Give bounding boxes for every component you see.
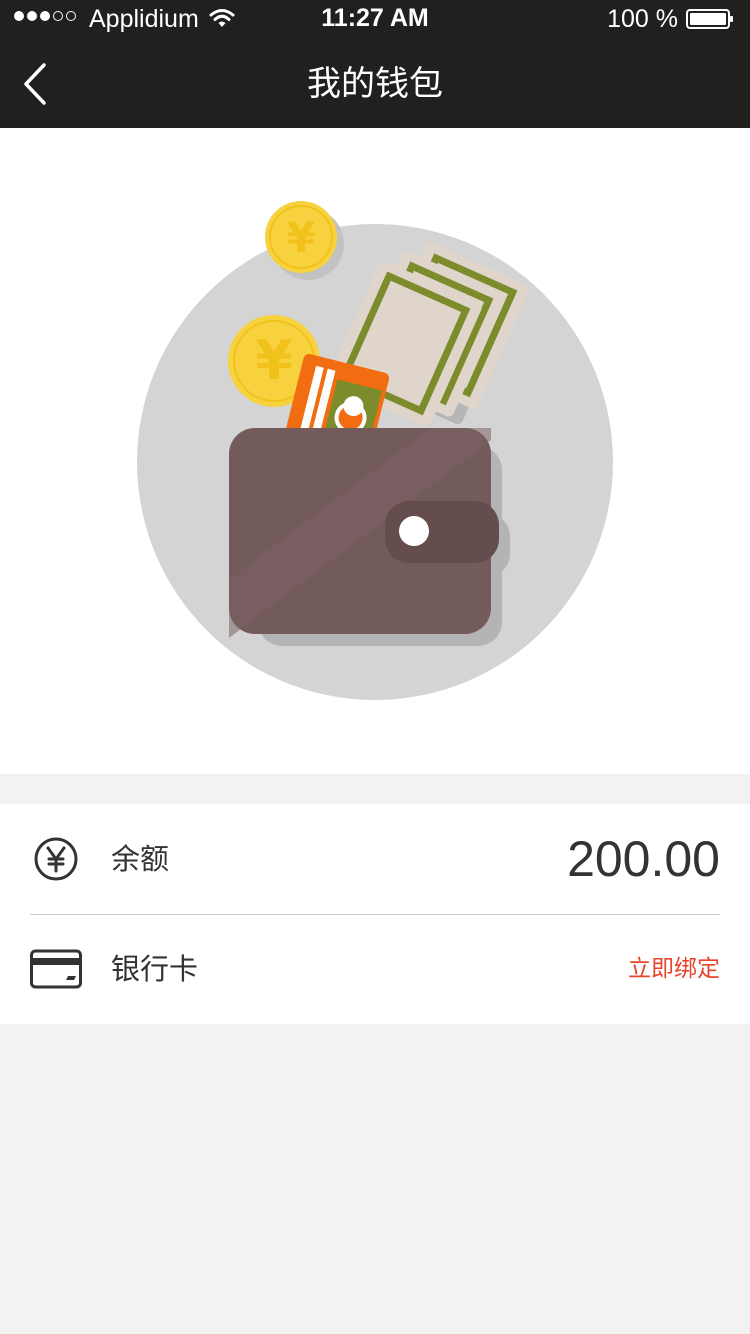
balance-value: 200.00 (567, 831, 720, 887)
bank-card-label: 银行卡 (111, 952, 199, 986)
yen-circle-icon (34, 837, 78, 881)
balance-label: 余额 (111, 842, 170, 876)
wallet-body (229, 428, 499, 638)
header: Applidium 11:27 AM 100 % 我的钱包 (0, 0, 750, 128)
status-bar: Applidium 11:27 AM 100 % (0, 0, 750, 40)
wallet-info-list: 余额 200.00 银行卡 立即绑定 (0, 804, 750, 1024)
back-button[interactable] (10, 58, 60, 110)
chevron-left-icon (24, 63, 46, 105)
svg-text:¥: ¥ (286, 213, 315, 262)
page-title: 我的钱包 (307, 64, 443, 104)
wallet-icon: ¥ ¥ (137, 201, 613, 700)
battery-icon (686, 9, 733, 29)
svg-text:¥: ¥ (255, 329, 293, 392)
navigation-bar: 我的钱包 (0, 40, 750, 128)
battery-percentage: 100 % (607, 5, 678, 33)
bind-now-link[interactable]: 立即绑定 (628, 914, 720, 1024)
balance-row[interactable]: 余额 200.00 (0, 804, 750, 914)
bank-card-row[interactable]: 银行卡 立即绑定 (0, 914, 750, 1024)
bank-card-icon (30, 949, 82, 989)
hero-section: ¥ ¥ (0, 128, 750, 774)
